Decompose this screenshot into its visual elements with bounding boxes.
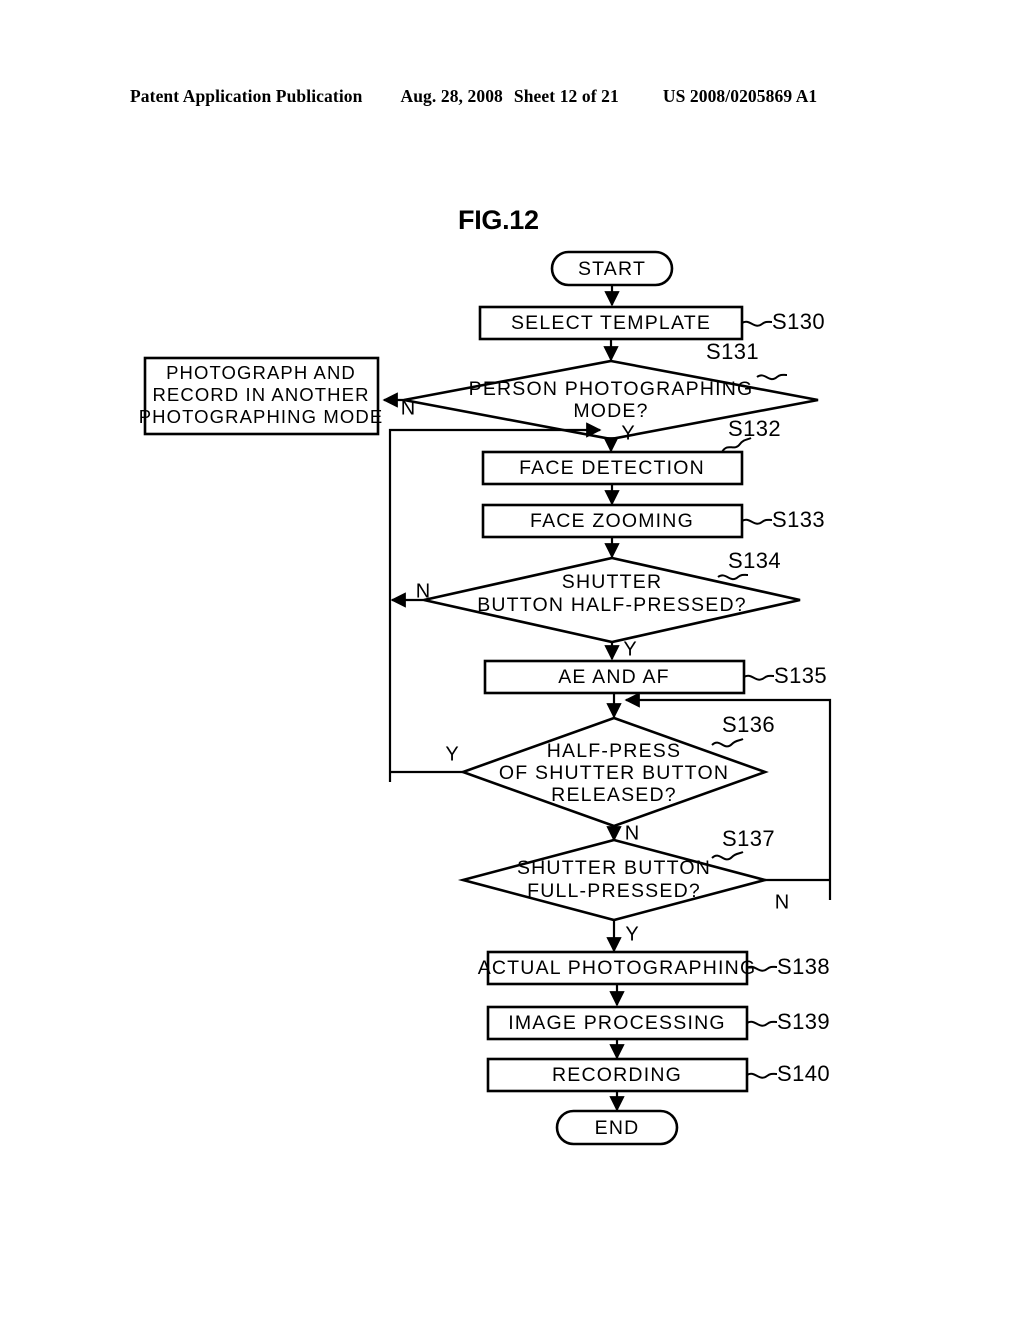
node-s130: SELECT TEMPLATE	[478, 305, 744, 341]
flowchart-diagram: START SELECT TEMPLATE S130 PERSON PHOTOG…	[139, 250, 832, 1146]
node-s136-label-line3: RELEASED?	[551, 784, 677, 806]
node-s136-label-line1: HALF-PRESS	[547, 740, 681, 762]
patent-page: Patent Application Publication Aug. 28, …	[0, 0, 1024, 1320]
node-s138-label: ACTUAL PHOTOGRAPHING	[478, 957, 757, 979]
node-s132-label: FACE DETECTION	[519, 457, 705, 479]
node-s137: SHUTTER BUTTON FULL-PRESSED?	[457, 838, 771, 922]
node-s139: IMAGE PROCESSING	[486, 1005, 749, 1041]
node-s133: FACE ZOOMING	[481, 503, 744, 539]
branch-label-s136-n: N	[625, 822, 639, 844]
node-alt-mode-line3: PHOTOGRAPHING MODE	[139, 406, 384, 427]
node-alt-mode-line1: PHOTOGRAPH AND	[166, 362, 356, 383]
node-s135-label: AE AND AF	[558, 666, 670, 688]
branch-label-s131-y: Y	[621, 422, 634, 444]
branch-label-s137-n: N	[775, 891, 789, 913]
step-label-s137: S137	[722, 826, 775, 851]
node-s136-label-line2: OF SHUTTER BUTTON	[499, 762, 729, 784]
node-s139-label: IMAGE PROCESSING	[508, 1012, 726, 1034]
node-s137-label-line1: SHUTTER BUTTON	[517, 857, 711, 879]
node-s140: RECORDING	[486, 1057, 749, 1093]
node-s134-label-line1: SHUTTER	[562, 571, 662, 593]
step-label-s134: S134	[728, 548, 781, 573]
step-label-s136: S136	[722, 712, 775, 737]
node-alt-mode: PHOTOGRAPH AND RECORD IN ANOTHER PHOTOGR…	[139, 356, 384, 436]
step-label-s138: S138	[777, 954, 830, 979]
branch-label-s136-y: Y	[445, 743, 458, 765]
node-end: END	[555, 1109, 679, 1146]
branch-label-s137-y: Y	[625, 923, 638, 945]
node-s130-label: SELECT TEMPLATE	[511, 312, 711, 334]
step-label-s130: S130	[772, 309, 825, 334]
step-label-s131: S131	[706, 339, 759, 364]
node-s134-label-line2: BUTTON HALF-PRESSED?	[477, 594, 747, 616]
step-label-s135: S135	[774, 663, 827, 688]
step-label-s133: S133	[772, 507, 825, 532]
step-label-s140: S140	[777, 1061, 830, 1086]
node-s133-label: FACE ZOOMING	[530, 510, 694, 532]
node-s136: HALF-PRESS OF SHUTTER BUTTON RELEASED?	[459, 716, 769, 828]
branch-label-s131-n: N	[401, 397, 415, 419]
node-start-label: START	[578, 258, 646, 280]
node-s132: FACE DETECTION	[481, 450, 744, 486]
node-end-label: END	[595, 1117, 640, 1139]
node-s140-label: RECORDING	[552, 1064, 682, 1086]
branch-label-s134-y: Y	[623, 638, 636, 660]
node-s135: AE AND AF	[483, 659, 746, 695]
node-s131-label-line1: PERSON PHOTOGRAPHING	[469, 378, 754, 400]
node-s138: ACTUAL PHOTOGRAPHING	[478, 950, 757, 986]
node-start: START	[550, 250, 674, 287]
branch-label-s134-n: N	[416, 580, 430, 602]
node-s131-label-line2: MODE?	[573, 400, 648, 422]
step-label-s132: S132	[728, 416, 781, 441]
node-s137-label-line2: FULL-PRESSED?	[527, 880, 701, 902]
step-label-s139: S139	[777, 1009, 830, 1034]
node-alt-mode-line2: RECORD IN ANOTHER	[152, 384, 369, 405]
